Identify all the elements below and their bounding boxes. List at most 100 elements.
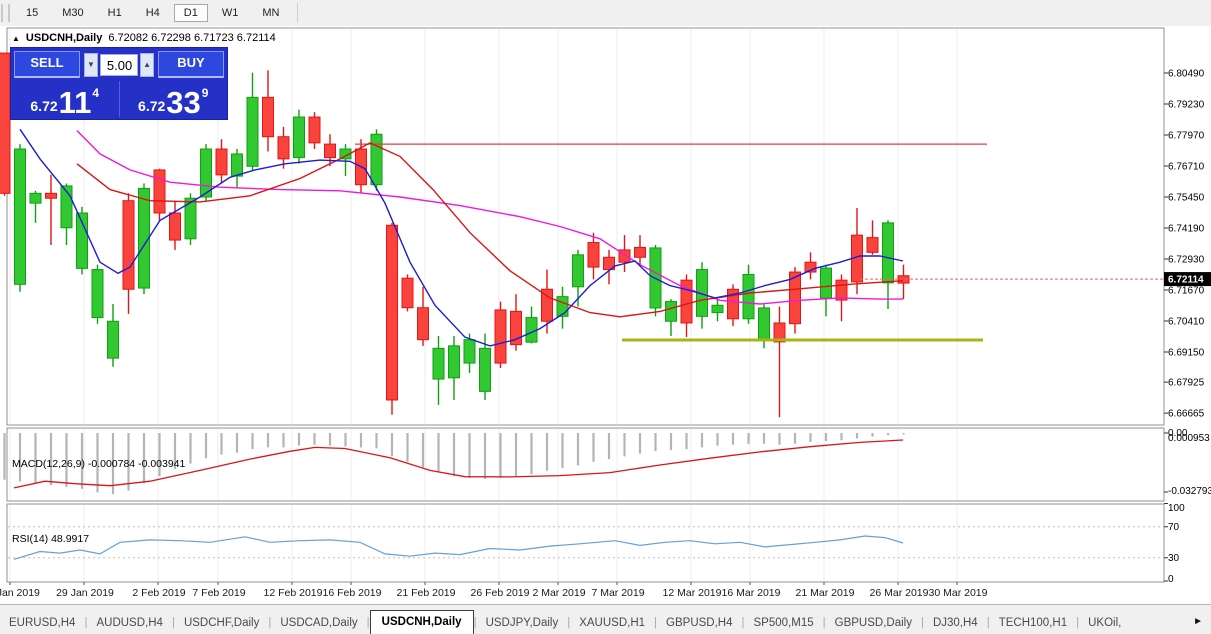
sell-price-quote[interactable]: 6.72 11 4: [11, 79, 119, 119]
date-tick-label: 21 Feb 2019: [397, 587, 456, 599]
candlestick: [263, 97, 274, 136]
candlestick: [867, 238, 878, 253]
buy-price-quote[interactable]: 6.72 33 9: [120, 79, 228, 119]
candlestick: [30, 193, 41, 203]
rsi-tick-label: 0: [1168, 574, 1174, 585]
buy-price-point: 9: [202, 86, 209, 100]
date-tick-label: 16 Feb 2019: [323, 587, 382, 599]
symbol-tab-sp500-m15[interactable]: SP500,M15: [745, 613, 823, 634]
symbol-tab-gbpusd-daily[interactable]: GBPUSD,Daily: [826, 613, 921, 634]
candlestick: [790, 272, 801, 324]
symbol-tab-usdcad-daily[interactable]: USDCAD,Daily: [271, 613, 366, 634]
candlestick: [759, 308, 770, 339]
toolbar-grip[interactable]: [1, 4, 10, 22]
candlestick: [526, 318, 537, 343]
chart-title: ▲ USDCNH,Daily 6.72082 6.72298 6.71723 6…: [12, 32, 276, 44]
timeframe-button-h1[interactable]: H1: [98, 4, 132, 22]
candlestick: [480, 348, 491, 391]
buy-button[interactable]: BUY: [158, 51, 224, 78]
symbol-tab-usdchf-daily[interactable]: USDCHF,Daily: [175, 613, 268, 634]
date-tick-label: 12 Feb 2019: [264, 587, 323, 599]
candlestick: [154, 170, 165, 213]
date-tick-label: 2 Mar 2019: [532, 587, 585, 599]
date-tick-label: 21 Mar 2019: [796, 587, 855, 599]
candlestick: [387, 225, 398, 400]
symbol-tab-dj30-h4[interactable]: DJ30,H4: [924, 613, 987, 634]
tab-scroll-right-icon[interactable]: ►: [1189, 616, 1211, 634]
candlestick: [635, 247, 646, 257]
candlestick: [46, 193, 57, 198]
rsi-indicator-label: RSI(14) 48.9917: [12, 533, 89, 545]
sell-button[interactable]: SELL: [14, 51, 80, 78]
buy-price-pips: 33: [166, 90, 200, 116]
candlestick: [573, 255, 584, 287]
sell-price-pips: 11: [59, 90, 92, 116]
price-tick-label: 6.80490: [1168, 69, 1205, 80]
timeframe-button-h4[interactable]: H4: [136, 4, 170, 22]
candlestick: [666, 302, 677, 322]
macd-max-label: 0.000953: [1168, 433, 1210, 444]
volume-decrease-button[interactable]: ▼: [84, 53, 98, 77]
candlestick: [232, 154, 243, 176]
candlestick: [247, 97, 258, 166]
date-tick-label: 26 Feb 2019: [471, 587, 530, 599]
candlestick: [743, 275, 754, 319]
chart-symbol-label: USDCNH,Daily: [26, 32, 102, 44]
rsi-tick-label: 30: [1168, 553, 1180, 564]
date-tick-label: 7 Mar 2019: [591, 587, 644, 599]
candlestick: [108, 321, 119, 358]
timeframe-button-15[interactable]: 15: [16, 4, 48, 22]
one-click-trading-panel: SELL ▼ 5.00 ▲ BUY 6.72 11 4 6.72 33 9: [10, 47, 228, 120]
timeframe-button-mn[interactable]: MN: [252, 4, 289, 22]
symbol-tab-tech100-h1[interactable]: TECH100,H1: [990, 613, 1076, 634]
buy-price-main: 6.72: [138, 98, 165, 114]
candlestick: [294, 117, 305, 158]
timeframe-button-d1[interactable]: D1: [174, 4, 208, 22]
candlestick: [0, 53, 10, 193]
date-tick-label: 30 Mar 2019: [929, 587, 988, 599]
candlestick: [371, 134, 382, 184]
candlestick: [449, 346, 460, 378]
price-tick-label: 6.75450: [1168, 193, 1205, 204]
current-price-label: 6.72114: [1168, 275, 1204, 286]
price-tick-label: 6.77970: [1168, 131, 1205, 142]
timeframe-toolbar: 15M30 H1H4D1W1MN: [0, 0, 1211, 27]
timeframe-button-m30[interactable]: M30: [52, 4, 93, 22]
candlestick: [418, 308, 429, 340]
price-tick-label: 6.74190: [1168, 224, 1205, 235]
chart-ohlc-values: 6.72082 6.72298 6.71723 6.72114: [108, 32, 275, 44]
price-tick-label: 6.70410: [1168, 317, 1205, 328]
candlestick: [712, 305, 723, 312]
rsi-tick-label: 70: [1168, 522, 1180, 533]
timeframe-buttons: 15M30 H1H4D1W1MN: [14, 4, 291, 22]
date-tick-label: 7 Feb 2019: [192, 587, 245, 599]
volume-input[interactable]: 5.00: [100, 54, 138, 76]
price-tick-label: 6.76710: [1168, 162, 1205, 173]
candlestick: [588, 243, 599, 268]
candlestick: [309, 117, 320, 143]
candlestick: [278, 137, 289, 159]
timeframe-button-w1[interactable]: W1: [212, 4, 249, 22]
collapse-arrow-icon[interactable]: ▲: [12, 34, 20, 43]
candlestick: [464, 340, 475, 363]
candlestick: [325, 144, 336, 158]
symbol-tab-gbpusd-h4[interactable]: GBPUSD,H4: [657, 613, 741, 634]
sell-price-point: 4: [92, 86, 99, 100]
date-tick-label: 12 Mar 2019: [663, 587, 722, 599]
date-tick-label: 24 Jan 2019: [0, 587, 40, 599]
symbol-tab-usdcnh-daily[interactable]: USDCNH,Daily: [370, 610, 474, 634]
symbol-tab-eurusd-h4[interactable]: EURUSD,H4: [0, 613, 84, 634]
symbol-tab-xauusd-h1[interactable]: XAUUSD,H1: [570, 613, 654, 634]
date-tick-label: 2 Feb 2019: [132, 587, 185, 599]
symbol-tab-bar: EURUSD,H4|AUDUSD,H4|USDCHF,Daily|USDCAD,…: [0, 604, 1211, 634]
volume-increase-button[interactable]: ▲: [140, 53, 154, 77]
date-tick-label: 16 Mar 2019: [722, 587, 781, 599]
macd-indicator-label: MACD(12,26,9) -0.000784 -0.003941: [12, 458, 185, 470]
symbol-tab-audusd-h4[interactable]: AUDUSD,H4: [87, 613, 171, 634]
candlestick: [216, 149, 227, 175]
macd-min-label: -0.032793: [1168, 486, 1211, 497]
symbol-tab-usdjpy-daily[interactable]: USDJPY,Daily: [477, 613, 568, 634]
symbol-tab-ukoil-[interactable]: UKOil,: [1079, 613, 1130, 634]
symbol-tabs: EURUSD,H4|AUDUSD,H4|USDCHF,Daily|USDCAD,…: [0, 610, 1130, 634]
candlestick: [433, 348, 444, 379]
